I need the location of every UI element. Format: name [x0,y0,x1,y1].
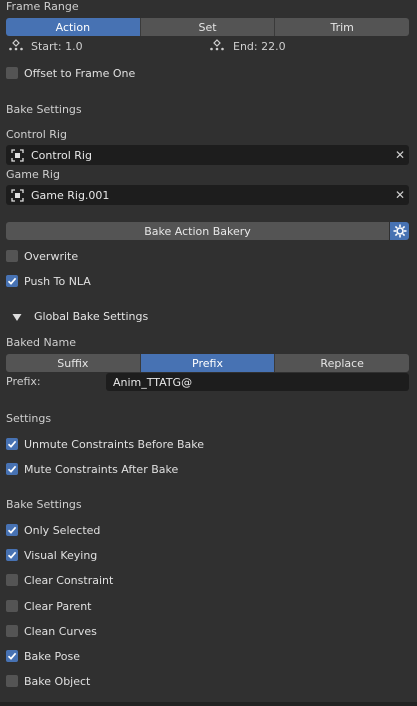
game-rig-value: Game Rig.001 [31,188,110,202]
game-rig-field[interactable]: Game Rig.001 ✕ [6,185,409,205]
object-icon [10,148,24,162]
checkbox-box[interactable] [6,549,18,561]
prefix-value: Anim_TTATG@ [113,375,193,389]
checkbox-box[interactable] [6,438,18,450]
baked-name-label: Baked Name [6,336,76,349]
only-selected-checkbox[interactable]: Only Selected [6,522,100,538]
visual-keying-checkbox[interactable]: Visual Keying [6,547,97,563]
end-frame-field[interactable]: End: 22.0 [233,40,286,53]
checkbox-box[interactable] [6,625,18,637]
checkbox-box[interactable] [6,574,18,586]
checkbox-label: Unmute Constraints Before Bake [24,437,205,451]
mute-constraints-checkbox[interactable]: Mute Constraints After Bake [6,461,178,477]
frame-range-tabs: Action Set Trim [6,18,409,36]
game-rig-label: Game Rig [6,168,60,181]
checkbox-box[interactable] [6,524,18,536]
checkbox-label: Overwrite [24,249,79,263]
settings-header: Settings [6,412,52,425]
tab-prefix[interactable]: Prefix [140,354,276,372]
disclosure-triangle-icon[interactable] [12,312,22,325]
checkbox-box[interactable] [6,275,18,287]
checkbox-box[interactable] [6,67,18,79]
keyframe-icon [8,39,24,56]
checkbox-box[interactable] [6,600,18,612]
clean-curves-checkbox[interactable]: Clean Curves [6,623,97,639]
clear-constraint-checkbox[interactable]: Clear Constraint [6,572,113,588]
checkbox-label: Clear Parent [24,599,92,613]
global-bake-settings-header[interactable]: Global Bake Settings [34,310,148,323]
checkbox-label: Offset to Frame One [24,66,136,80]
clear-icon[interactable]: ✕ [391,148,409,162]
checkbox-box[interactable] [6,650,18,662]
checkbox-box[interactable] [6,675,18,687]
tab-replace[interactable]: Replace [275,354,409,372]
checkbox-label: Bake Pose [24,649,80,663]
tab-suffix[interactable]: Suffix [6,354,141,372]
checkbox-label: Push To NLA [24,274,91,288]
prefix-label: Prefix: [6,375,41,388]
clear-parent-checkbox[interactable]: Clear Parent [6,598,91,614]
start-frame-field[interactable]: Start: 1.0 [31,40,83,53]
checkbox-box[interactable] [6,463,18,475]
tab-action[interactable]: Action [6,18,141,36]
checkbox-label: Mute Constraints After Bake [24,462,179,476]
bottom-edge [0,702,417,706]
checkbox-label: Bake Object [24,674,91,688]
bake-settings-header-2: Bake Settings [6,498,82,511]
bake-pose-checkbox[interactable]: Bake Pose [6,648,80,664]
checkbox-label: Only Selected [24,523,101,537]
checkbox-label: Clean Curves [24,624,97,638]
overwrite-checkbox[interactable]: Overwrite [6,248,78,264]
tab-set[interactable]: Set [140,18,276,36]
baked-name-tabs: Suffix Prefix Replace [6,354,409,372]
checkbox-box[interactable] [6,250,18,262]
prefix-row: Prefix: Anim_TTATG@ [6,373,409,391]
control-rig-value: Control Rig [31,148,92,162]
object-icon [10,188,24,202]
bake-action-button[interactable]: Bake Action Bakery [6,222,389,240]
push-nla-checkbox[interactable]: Push To NLA [6,273,91,289]
tab-trim[interactable]: Trim [275,18,409,36]
checkbox-label: Visual Keying [24,548,98,562]
bake-settings-header: Bake Settings [6,103,82,116]
keyframe-icon-end [209,39,225,56]
unmute-constraints-checkbox[interactable]: Unmute Constraints Before Bake [6,436,204,452]
checkbox-label: Clear Constraint [24,573,114,587]
control-rig-field[interactable]: Control Rig ✕ [6,145,409,165]
settings-gear-icon[interactable] [390,222,409,240]
control-rig-label: Control Rig [6,128,67,141]
bake-object-checkbox[interactable]: Bake Object [6,673,90,689]
frame-range-title: Frame Range [6,0,79,13]
offset-frame-checkbox[interactable]: Offset to Frame One [6,65,135,81]
prefix-input[interactable]: Anim_TTATG@ [106,373,409,391]
clear-icon[interactable]: ✕ [391,188,409,202]
